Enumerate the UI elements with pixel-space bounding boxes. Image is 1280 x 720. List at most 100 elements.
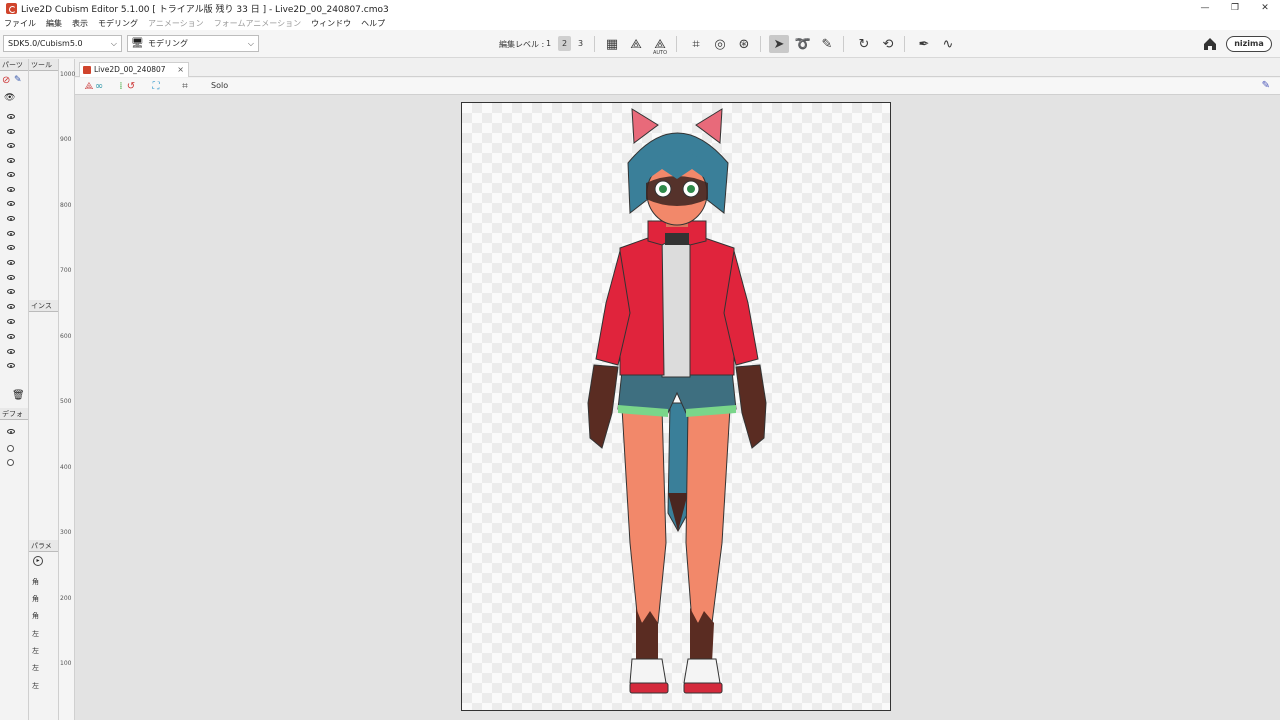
trash-icon[interactable]: 🗑 <box>12 390 25 401</box>
rotate-handle-icon[interactable]: ⟲ <box>878 35 898 53</box>
model-file-icon <box>83 66 91 74</box>
arrow-select-icon[interactable]: ➤ <box>769 35 789 53</box>
solo-toggle[interactable]: Solo <box>211 81 228 90</box>
visibility-eye-icon[interactable] <box>7 158 15 163</box>
texture-atlas-icon[interactable]: ▦ <box>602 35 622 53</box>
warp-deformer-icon[interactable]: ⌗ <box>686 35 706 53</box>
nizima-button[interactable]: nizima <box>1226 36 1272 52</box>
ruler-tick-label: 500 <box>60 398 72 405</box>
rotation-deformer-icon[interactable]: ◎ <box>710 35 730 53</box>
visibility-eye-icon[interactable] <box>7 129 15 134</box>
menu-edit[interactable]: 編集 <box>46 18 62 29</box>
edit-level-1-button[interactable]: 1 <box>542 36 555 51</box>
ruler-tick-label: 1000 <box>60 71 76 78</box>
visibility-eye-icon[interactable] <box>7 187 15 192</box>
mode-select[interactable]: 🖥 モデリング ⌵ <box>127 35 259 52</box>
monitor-icon: 🖥 <box>131 38 144 49</box>
visibility-eye-icon[interactable] <box>7 260 15 265</box>
param-row-label: 左 <box>32 664 39 672</box>
menu-form-animation[interactable]: フォームアニメーション <box>214 18 301 29</box>
ruler-tick-label: 800 <box>60 202 72 209</box>
visibility-eye-icon[interactable] <box>7 216 15 221</box>
visibility-eye-icon[interactable] <box>7 429 15 434</box>
glue-icon[interactable]: ⊛ <box>734 35 754 53</box>
param-row-label: 左 <box>32 647 39 655</box>
param-row-label: 角 <box>32 612 39 620</box>
tab-parameters[interactable]: パラメ <box>29 540 58 552</box>
visibility-eye-icon[interactable] <box>7 114 15 119</box>
pen-icon[interactable]: ✒ <box>914 35 934 53</box>
brush-select-icon[interactable]: ✎ <box>817 35 837 53</box>
visibility-eye-icon[interactable] <box>7 349 15 354</box>
menu-window[interactable]: ウィンドウ <box>311 18 351 29</box>
reset-icon[interactable]: ↺ <box>123 80 139 93</box>
menu-animation[interactable]: アニメーション <box>148 18 204 29</box>
param-row-label: 角 <box>32 595 39 603</box>
home-icon[interactable] <box>1202 36 1218 52</box>
edit-level-2-button[interactable]: 2 <box>558 36 571 51</box>
menu-modeling[interactable]: モデリング <box>98 18 138 29</box>
close-tab-icon[interactable]: × <box>177 63 184 76</box>
fit-view-icon[interactable]: ⛶ <box>148 80 164 93</box>
parts-panel: パーツ ⊘ ✎ 👁 🗑 デフォ <box>0 59 29 720</box>
grid-toggle-icon[interactable]: ⌗ <box>177 80 193 93</box>
tab-deformer[interactable]: デフォ <box>0 408 28 420</box>
play-icon[interactable]: ▸ <box>33 556 43 566</box>
pin-icon[interactable]: ✎ <box>14 75 22 85</box>
menu-view[interactable]: 表示 <box>72 18 88 29</box>
visibility-eye-icon[interactable] <box>7 304 15 309</box>
minimize-button[interactable]: — <box>1190 0 1220 16</box>
radio-button[interactable] <box>7 459 14 466</box>
tab-inspector[interactable]: インス <box>29 300 58 312</box>
chevron-down-icon: ⌵ <box>247 39 254 48</box>
visibility-eye-icon[interactable] <box>7 201 15 206</box>
toolbar-divider <box>904 36 905 52</box>
chevron-down-icon: ⌵ <box>110 39 117 48</box>
document-tab-bar: Live2D_00_240807 × <box>75 59 1280 77</box>
visibility-eye-icon[interactable] <box>7 319 15 324</box>
mesh-edit-icon[interactable]: ⟁ <box>626 35 646 53</box>
menu-help[interactable]: ヘルプ <box>361 18 385 29</box>
character-model[interactable] <box>462 103 892 712</box>
curve-icon[interactable]: ∿ <box>938 35 958 53</box>
visibility-eye-icon[interactable] <box>7 143 15 148</box>
edit-level-label: 編集レベル : <box>499 40 545 49</box>
edit-level-3-button[interactable]: 3 <box>574 36 587 51</box>
tab-document[interactable]: Live2D_00_240807 × <box>79 62 189 77</box>
pin-icon[interactable]: ✎ <box>1262 80 1270 91</box>
app-logo-icon <box>6 2 17 14</box>
toolbar-divider <box>760 36 761 52</box>
auto-mesh-icon[interactable]: ⟁ AUTO <box>650 35 670 57</box>
toolbar-divider <box>676 36 677 52</box>
visibility-eye-icon[interactable] <box>7 334 15 339</box>
tab-tools[interactable]: ツール <box>29 59 58 71</box>
restore-button[interactable]: ❐ <box>1220 0 1250 16</box>
canvas-viewport[interactable] <box>75 95 1280 720</box>
radio-button[interactable] <box>7 445 14 452</box>
param-row-label: 角 <box>32 578 39 586</box>
ruler-tick-label: 400 <box>60 464 72 471</box>
lasso-icon[interactable]: ➰ <box>793 35 813 53</box>
sdk-version-select[interactable]: SDK5.0/Cubism5.0 ⌵ <box>3 35 122 52</box>
visibility-eye-icon[interactable] <box>7 289 15 294</box>
visibility-eye-icon[interactable] <box>7 245 15 250</box>
menu-file[interactable]: ファイル <box>4 18 36 29</box>
link-icon[interactable]: ∞ <box>91 80 107 93</box>
transform-icon[interactable]: ↻ <box>854 35 874 53</box>
window-controls: — ❐ ✕ <box>1190 0 1280 16</box>
close-window-button[interactable]: ✕ <box>1250 0 1280 16</box>
clipping-icon[interactable]: ⊘ <box>2 75 10 86</box>
document-tab-label: Live2D_00_240807 <box>94 65 166 74</box>
visibility-eye-icon[interactable] <box>7 231 15 236</box>
ruler-tick-label: 100 <box>60 660 72 667</box>
visibility-eye-icon[interactable] <box>7 363 15 368</box>
model-canvas[interactable] <box>461 102 891 711</box>
main-toolbar: SDK5.0/Cubism5.0 ⌵ 🖥 モデリング ⌵ 編集レベル : 1 2… <box>0 30 1280 58</box>
auto-label: AUTO <box>652 50 668 56</box>
visibility-eye-icon[interactable] <box>7 172 15 177</box>
param-row-label: 左 <box>32 630 39 638</box>
visibility-eye-icon[interactable] <box>7 275 15 280</box>
tab-parts[interactable]: パーツ <box>0 59 28 71</box>
eye-list-icon[interactable]: 👁 <box>4 93 15 103</box>
sdk-version-value: SDK5.0/Cubism5.0 <box>8 39 83 48</box>
